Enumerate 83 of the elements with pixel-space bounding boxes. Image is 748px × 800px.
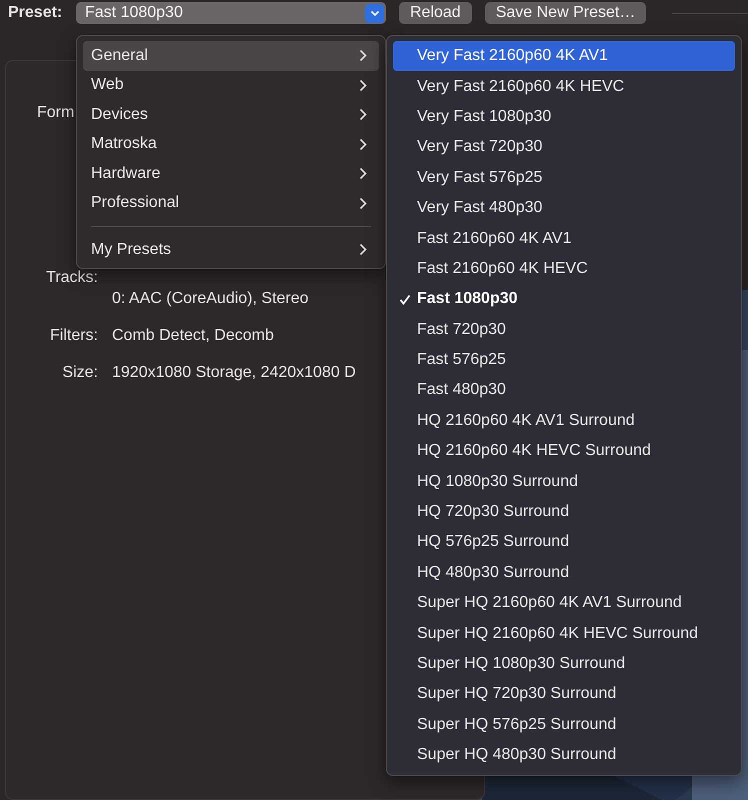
menu-item[interactable]: Super HQ 480p30 Surround bbox=[393, 740, 735, 770]
menu-item-label: Matroska bbox=[91, 135, 157, 154]
menu-item-label: Web bbox=[91, 76, 124, 94]
menu-item-label: Very Fast 720p30 bbox=[417, 138, 542, 156]
menu-item[interactable]: Super HQ 2160p60 4K HEVC Surround bbox=[393, 618, 735, 649]
menu-item[interactable]: HQ 720p30 Surround bbox=[393, 496, 735, 528]
toolbar-button[interactable]: Reload bbox=[399, 2, 472, 24]
menu-item[interactable]: Fast 2160p60 4K HEVC bbox=[393, 254, 735, 284]
popup-value: Fast 1080p30 bbox=[85, 4, 183, 22]
menu-item[interactable]: Very Fast 720p30 bbox=[393, 132, 735, 163]
menu-item-label: HQ 576p25 Surround bbox=[417, 533, 570, 552]
menu-item-label: Super HQ 480p30 Surround bbox=[417, 746, 616, 764]
chevron-down-icon bbox=[370, 10, 380, 16]
menu-item[interactable]: Very Fast 1080p30 bbox=[393, 102, 735, 132]
menu-item[interactable]: Fast 720p30 bbox=[393, 314, 735, 345]
menu-item-label: HQ 2160p60 4K AV1 Surround bbox=[417, 412, 635, 430]
field-value: 0: AAC (CoreAudio), Stereo bbox=[112, 290, 309, 308]
menu-item-label: Very Fast 1080p30 bbox=[417, 108, 552, 126]
menu-item-label: HQ 480p30 Surround bbox=[417, 564, 570, 582]
menu-item-label: Fast 480p30 bbox=[417, 381, 506, 400]
menu-item-label: Very Fast 2160p60 4K AV1 bbox=[417, 47, 608, 66]
menu-item-label: Super HQ 576p25 Surround bbox=[417, 716, 616, 734]
menu-item-label: Fast 576p25 bbox=[417, 351, 506, 370]
menu-item-label: HQ 1080p30 Surround bbox=[417, 472, 578, 491]
menu-item-label: Very Fast 480p30 bbox=[417, 199, 542, 218]
menu-item-label: Super HQ 2160p60 4K HEVC Surround bbox=[417, 624, 698, 643]
chevron-right-icon bbox=[359, 138, 367, 151]
menu-item-label: Fast 2160p60 4K AV1 bbox=[417, 230, 572, 248]
toolbar-button[interactable]: Save New Preset… bbox=[484, 2, 646, 24]
menu-item[interactable]: Super HQ 720p30 Surround bbox=[393, 679, 735, 710]
menu-item-label: My Presets bbox=[91, 240, 172, 259]
chevron-right-icon bbox=[359, 108, 367, 122]
menu-item[interactable]: Fast 480p30 bbox=[393, 375, 735, 406]
menu-item[interactable]: Fast 1080p30 bbox=[393, 284, 735, 315]
menu-item-label: Fast 720p30 bbox=[417, 320, 506, 339]
menu-item-label: Fast 2160p60 4K HEVC bbox=[417, 260, 588, 278]
chevron-right-icon bbox=[359, 243, 367, 256]
menu-item-label: Devices bbox=[91, 106, 148, 124]
menu-item[interactable]: Hardware bbox=[83, 159, 379, 188]
menu-item-label: HQ 2160p60 4K HEVC Surround bbox=[417, 442, 651, 460]
menu-item[interactable]: Very Fast 2160p60 4K AV1 bbox=[393, 41, 735, 72]
field-value: Comb Detect, Decomb bbox=[112, 327, 274, 345]
menu-item[interactable]: Devices bbox=[83, 100, 379, 130]
menu-item-label: Super HQ 2160p60 4K AV1 Surround bbox=[417, 594, 682, 612]
menu-item[interactable]: Matroska bbox=[83, 130, 379, 159]
checkmark-icon bbox=[399, 294, 411, 305]
field-label: Form bbox=[36, 104, 74, 122]
preset-label: Preset: bbox=[8, 4, 64, 22]
menu-item[interactable]: HQ 480p30 Surround bbox=[393, 558, 735, 588]
menu-item[interactable]: Professional bbox=[83, 188, 379, 218]
menu-item-label: Super HQ 720p30 Surround bbox=[417, 685, 616, 704]
menu-item[interactable]: Fast 2160p60 4K AV1 bbox=[393, 223, 735, 254]
menu-item[interactable]: Very Fast 576p25 bbox=[393, 162, 735, 193]
chevron-right-icon bbox=[359, 78, 367, 92]
menu-item[interactable]: Super HQ 2160p60 4K AV1 Surround bbox=[393, 588, 735, 618]
menu-item-label: Super HQ 1080p30 Surround bbox=[417, 655, 626, 673]
menu-item[interactable]: Fast 576p25 bbox=[393, 344, 735, 376]
chevron-right-icon bbox=[359, 167, 367, 180]
menu-item-label: Professional bbox=[91, 194, 180, 212]
menu-item[interactable]: Very Fast 480p30 bbox=[393, 192, 735, 224]
field-label: Size: bbox=[61, 364, 98, 382]
menu-item-label: General bbox=[91, 46, 148, 65]
chevron-right-icon bbox=[359, 196, 367, 210]
field-label: Filters: bbox=[49, 327, 98, 345]
menu-item-label: HQ 720p30 Surround bbox=[417, 503, 570, 522]
menu-item[interactable]: HQ 1080p30 Surround bbox=[393, 466, 735, 497]
menu-item-label: Fast 1080p30 bbox=[417, 290, 518, 308]
menu-item[interactable]: HQ 2160p60 4K AV1 Surround bbox=[393, 406, 735, 436]
chevron-right-icon bbox=[359, 49, 367, 62]
menu-item-label: Very Fast 576p25 bbox=[417, 168, 542, 187]
preset-popup[interactable]: Fast 1080p30 bbox=[76, 2, 386, 24]
menu-item[interactable]: HQ 2160p60 4K HEVC Surround bbox=[393, 436, 735, 466]
menu-item[interactable]: HQ 576p25 Surround bbox=[393, 527, 735, 558]
field-value: 1920x1080 Storage, 2420x1080 D bbox=[112, 364, 356, 382]
menu-item[interactable]: General bbox=[83, 41, 379, 70]
menu-item[interactable]: Super HQ 576p25 Surround bbox=[393, 710, 735, 740]
menu-item[interactable]: My Presets bbox=[83, 235, 379, 264]
field-label: Tracks: bbox=[45, 269, 98, 288]
menu-item[interactable]: Super HQ 1080p30 Surround bbox=[393, 648, 735, 680]
menu-item[interactable]: Very Fast 2160p60 4K HEVC bbox=[393, 71, 735, 102]
menu-item[interactable]: Web bbox=[83, 70, 379, 100]
menu-item-label: Hardware bbox=[91, 164, 160, 183]
menu-item-label: Very Fast 2160p60 4K HEVC bbox=[417, 78, 624, 96]
